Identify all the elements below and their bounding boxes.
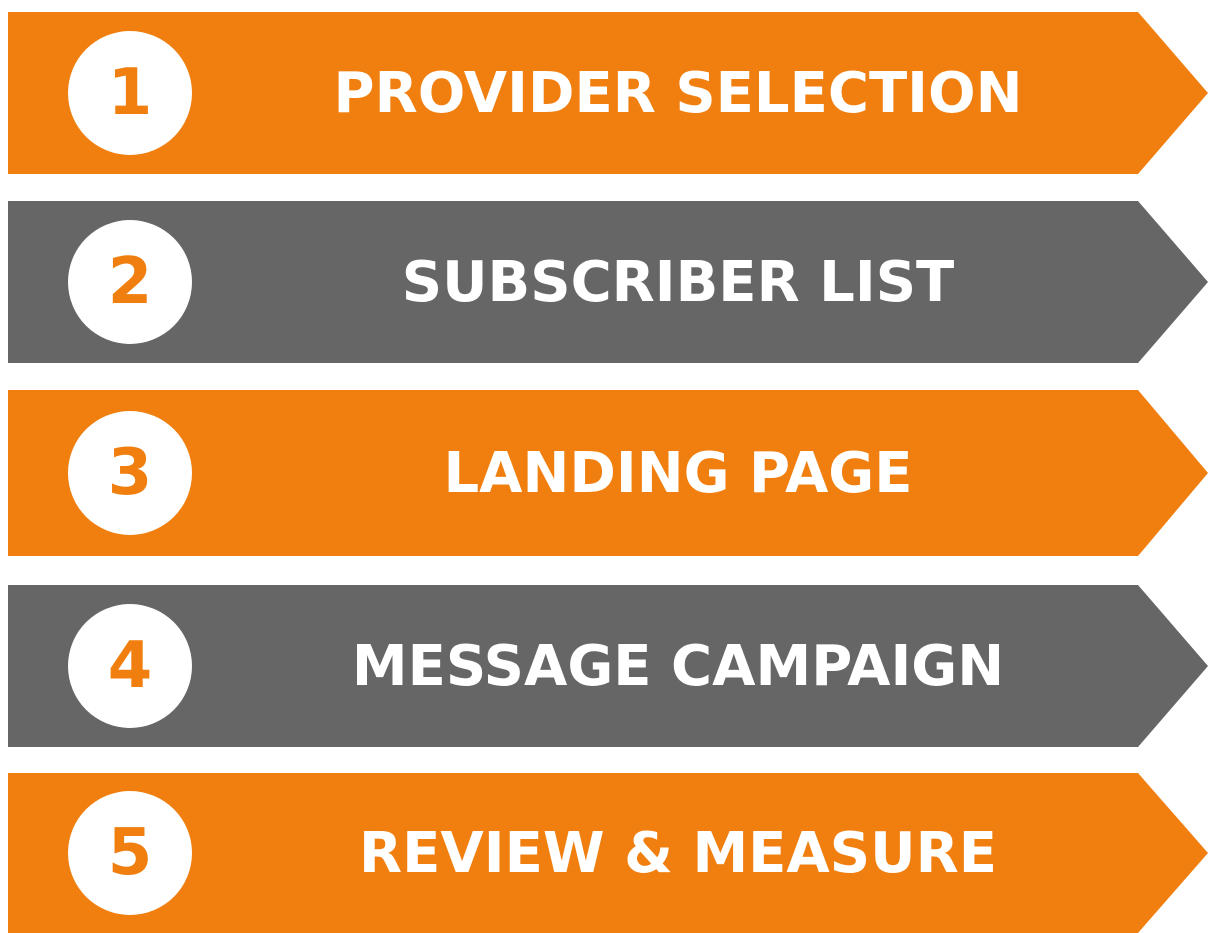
step-label: MESSAGE CAMPAIGN <box>351 633 1005 699</box>
process-steps: 1 PROVIDER SELECTION 2 SUBSCRIBER LIST 3… <box>0 0 1210 933</box>
step-number-badge: 3 <box>68 411 192 535</box>
step-number-badge: 5 <box>68 791 192 915</box>
step-label: REVIEW & MEASURE <box>359 820 997 886</box>
step-5-banner: 5 REVIEW & MEASURE <box>8 773 1208 933</box>
step-2-banner: 2 SUBSCRIBER LIST <box>8 201 1208 363</box>
step-number-badge: 1 <box>68 31 192 155</box>
step-label: SUBSCRIBER LIST <box>401 249 955 315</box>
step-label: PROVIDER SELECTION <box>333 60 1023 126</box>
step-number-badge: 4 <box>68 604 192 728</box>
step-3-banner: 3 LANDING PAGE <box>8 390 1208 556</box>
step-label: LANDING PAGE <box>443 440 913 506</box>
step-4-banner: 4 MESSAGE CAMPAIGN <box>8 585 1208 747</box>
step-number-badge: 2 <box>68 220 192 344</box>
step-1-banner: 1 PROVIDER SELECTION <box>8 12 1208 174</box>
